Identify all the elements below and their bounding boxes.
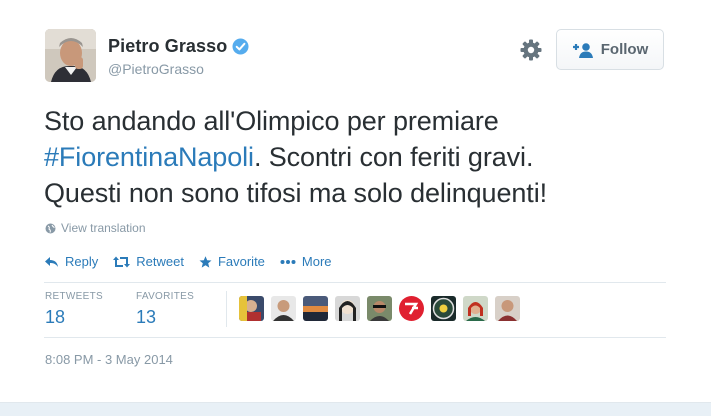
favoriter-avatar[interactable] — [399, 296, 424, 321]
more-dots-icon — [280, 259, 296, 264]
verified-badge-icon — [232, 38, 249, 55]
display-name[interactable]: Pietro Grasso — [108, 36, 227, 57]
star-icon — [199, 255, 212, 268]
favorite-label: Favorite — [217, 254, 265, 269]
gear-icon[interactable] — [519, 38, 543, 62]
tweet-actions: Reply Retweet Favorite More — [44, 254, 347, 269]
follow-button[interactable]: Follow — [556, 29, 664, 70]
favorites-label: FAVORITES — [136, 291, 195, 302]
tweet-line-3: Questi non sono tifosi ma solo delinquen… — [44, 178, 548, 208]
user-avatar[interactable] — [45, 29, 96, 82]
user-handle[interactable]: @PietroGrasso — [108, 61, 204, 77]
favoriter-avatar[interactable] — [431, 296, 456, 321]
favorites-count: 13 — [136, 307, 157, 327]
tweet-card: Pietro Grasso @PietroGrasso Follow Sto a… — [0, 0, 711, 402]
favoriter-avatar[interactable] — [463, 296, 488, 321]
view-translation-label: View translation — [61, 221, 146, 235]
tweet-line-1: Sto andando all'Olimpico per premiare — [44, 106, 499, 136]
tweet-line-2: #FiorentinaNapoli. Scontri con feriti gr… — [44, 139, 684, 175]
retweets-count: 18 — [45, 307, 66, 327]
stats-separator — [226, 291, 227, 327]
reply-label: Reply — [65, 254, 99, 269]
retweet-icon — [113, 256, 131, 267]
tweet-text: Sto andando all'Olimpico per premiare #F… — [44, 103, 684, 211]
favoriters-avatars — [239, 296, 527, 321]
retweet-label: Retweet — [136, 254, 184, 269]
globe-icon — [45, 223, 56, 234]
retweets-stat[interactable]: RETWEETS 18 — [45, 291, 103, 328]
tweet-timestamp[interactable]: 8:08 PM - 3 May 2014 — [45, 352, 173, 367]
favorites-stat[interactable]: FAVORITES 13 — [136, 291, 194, 328]
name-row: Pietro Grasso — [108, 36, 249, 57]
retweets-label: RETWEETS — [45, 291, 103, 302]
divider — [44, 337, 666, 338]
favoriter-avatar[interactable] — [239, 296, 264, 321]
view-translation-link[interactable]: View translation — [45, 221, 146, 235]
retweet-button[interactable]: Retweet — [113, 254, 184, 269]
add-user-icon — [572, 42, 594, 58]
reply-icon — [45, 256, 58, 267]
favoriter-avatar[interactable] — [367, 296, 392, 321]
tweet-line-2-rest: . Scontri con feriti gravi. — [253, 142, 534, 172]
favoriter-avatar[interactable] — [271, 296, 296, 321]
bottom-strip — [0, 402, 711, 416]
favorite-button[interactable]: Favorite — [199, 254, 265, 269]
favoriter-avatar[interactable] — [495, 296, 520, 321]
divider — [44, 282, 666, 283]
favoriter-avatar[interactable] — [303, 296, 328, 321]
reply-button[interactable]: Reply — [44, 254, 98, 269]
more-label: More — [301, 254, 332, 269]
favoriter-avatar[interactable] — [335, 296, 360, 321]
more-button[interactable]: More — [280, 254, 332, 269]
follow-label: Follow — [600, 41, 649, 58]
hashtag-link[interactable]: #FiorentinaNapoli — [44, 142, 254, 172]
